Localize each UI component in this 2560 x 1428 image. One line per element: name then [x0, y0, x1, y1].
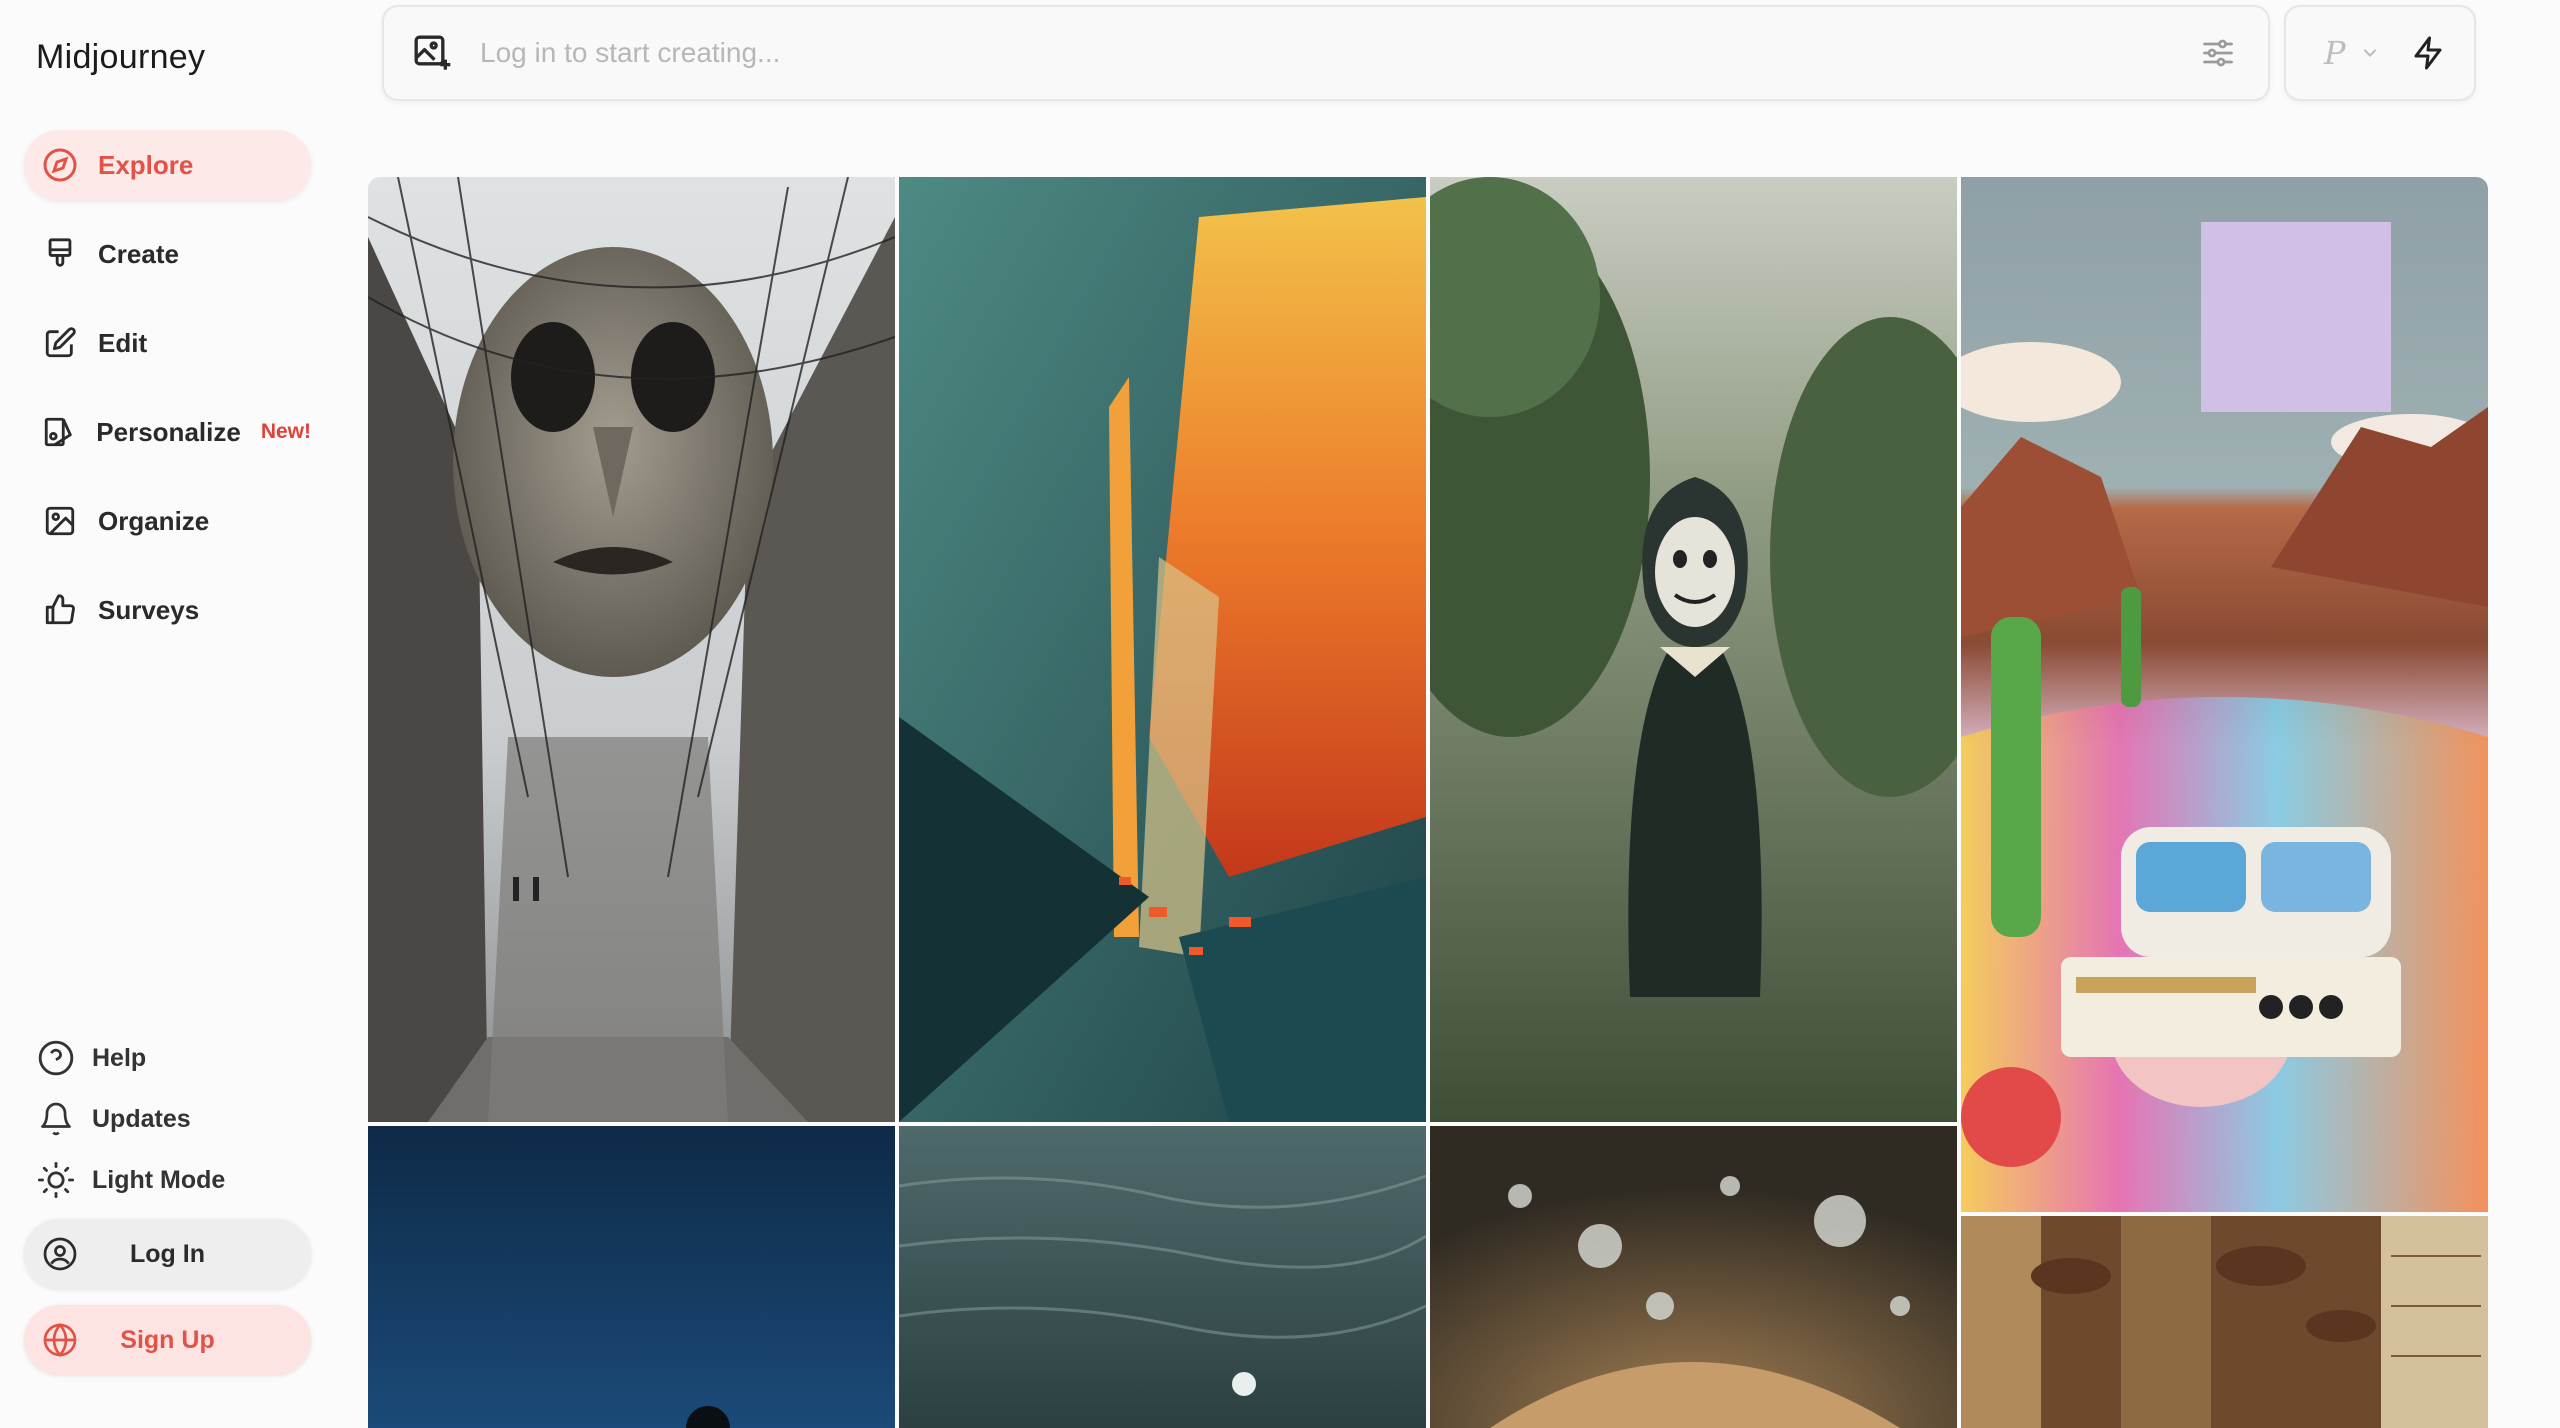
gallery-image-giant-mask-street[interactable] [368, 177, 895, 1122]
gallery-image-masked-child-orchard[interactable] [1430, 177, 1957, 1122]
nav-item-edit[interactable]: Edit [24, 308, 311, 378]
image-icon [40, 501, 80, 541]
settings-sliders-icon[interactable] [2196, 31, 2240, 75]
thumbs-up-icon [40, 590, 80, 630]
help-label: Help [92, 1043, 147, 1072]
sidebar: Midjourney Explore Create Edit Personali… [0, 0, 340, 1428]
compass-icon [40, 145, 80, 185]
gallery-image-water-droplets[interactable] [1430, 1126, 1957, 1428]
gallery-image-retro-desert-collage[interactable] [1961, 177, 2488, 1212]
login-label: Log In [130, 1239, 205, 1268]
help-link[interactable]: Help [24, 1036, 311, 1080]
nav-item-surveys[interactable]: Surveys [24, 575, 311, 645]
mode-selector: P [2284, 5, 2476, 101]
brand-logo[interactable]: Midjourney [36, 38, 205, 77]
personalize-icon [40, 412, 78, 452]
edit-icon [40, 323, 80, 363]
light-mode-toggle[interactable]: Light Mode [24, 1158, 311, 1202]
nav-item-explore[interactable]: Explore [24, 130, 311, 200]
new-badge: New! [260, 420, 311, 443]
login-button[interactable]: Log In [24, 1219, 311, 1289]
gallery-image-egyptian-temple[interactable] [1961, 1216, 2488, 1428]
main-nav: Explore Create Edit Personalize New! Org… [24, 130, 311, 664]
sun-icon [36, 1160, 76, 1200]
gallery-image-blue-sky-figure[interactable] [368, 1126, 895, 1428]
gallery-image-water-surface[interactable] [899, 1126, 1426, 1428]
lightning-bolt-icon[interactable] [2408, 33, 2448, 73]
bell-icon [36, 1099, 76, 1139]
sidebar-footer: Help Updates Light Mode Log In Sign Up [24, 1036, 311, 1375]
prompt-input[interactable] [480, 37, 2196, 69]
light-mode-label: Light Mode [92, 1165, 226, 1194]
help-circle-icon [36, 1038, 76, 1078]
nav-item-label: Personalize [96, 416, 241, 447]
paintbrush-icon [40, 234, 80, 274]
chevron-down-icon[interactable] [2358, 41, 2382, 65]
nav-item-organize[interactable]: Organize [24, 486, 311, 556]
prompt-bar [382, 5, 2270, 101]
add-image-icon[interactable] [410, 31, 454, 75]
nav-item-create[interactable]: Create [24, 219, 311, 289]
updates-link[interactable]: Updates [24, 1097, 311, 1141]
signup-label: Sign Up [120, 1325, 215, 1354]
signup-button[interactable]: Sign Up [24, 1305, 311, 1375]
globe-icon [40, 1320, 80, 1360]
user-circle-icon [40, 1234, 80, 1274]
nav-item-label: Edit [98, 327, 148, 358]
updates-label: Updates [92, 1104, 191, 1133]
personalization-toggle[interactable]: P [2324, 34, 2346, 72]
nav-item-label: Create [98, 238, 179, 269]
nav-item-label: Explore [98, 149, 194, 180]
nav-item-personalize[interactable]: Personalize New! [24, 397, 311, 467]
nav-item-label: Organize [98, 505, 210, 536]
explore-gallery [368, 177, 2488, 1428]
gallery-image-abstract-color-burst[interactable] [899, 177, 1426, 1122]
nav-item-label: Surveys [98, 594, 200, 625]
